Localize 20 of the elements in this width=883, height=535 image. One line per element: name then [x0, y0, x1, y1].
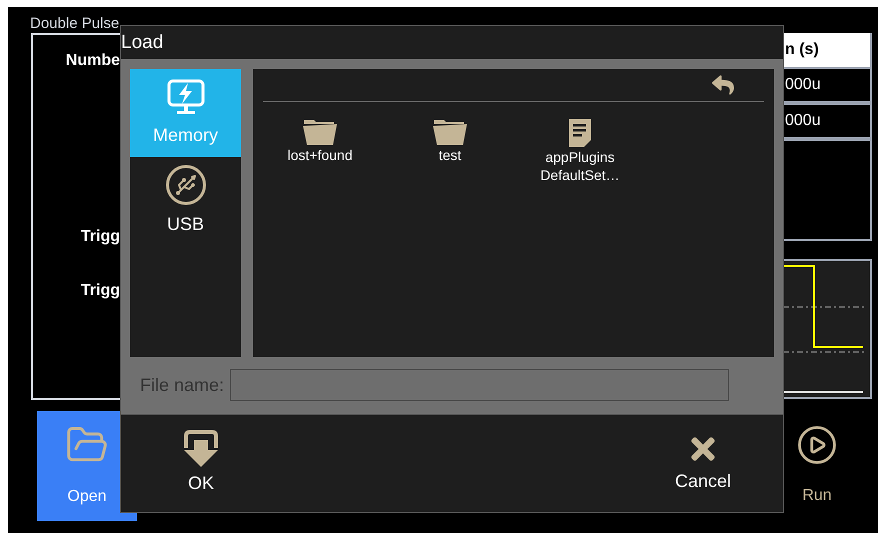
file-name-field[interactable] [230, 369, 730, 401]
usb-icon [166, 164, 206, 204]
folder-icon [432, 118, 468, 146]
folder-icon [302, 118, 338, 146]
dialog-button[interactable]: OK [161, 428, 241, 498]
file-name-label: File name: [140, 374, 224, 396]
monitor-bolt-icon [166, 78, 206, 116]
field-label: Trigg [80, 227, 120, 247]
play-icon [796, 424, 838, 466]
dialog-title: Load [121, 33, 164, 52]
file-item[interactable]: test [385, 118, 515, 184]
field-label: Numbe [66, 51, 120, 71]
document-icon [568, 118, 592, 148]
table-header: n (s) [783, 33, 872, 67]
field-label: Trigg [80, 281, 120, 301]
back-icon[interactable] [712, 74, 734, 96]
dialog-button[interactable]: Cancel [663, 428, 743, 498]
file-item[interactable]: lost+found [255, 118, 385, 184]
file-item[interactable]: appPlugins DefaultSet… [515, 118, 645, 184]
screen-title: Double Pulse [30, 15, 120, 32]
